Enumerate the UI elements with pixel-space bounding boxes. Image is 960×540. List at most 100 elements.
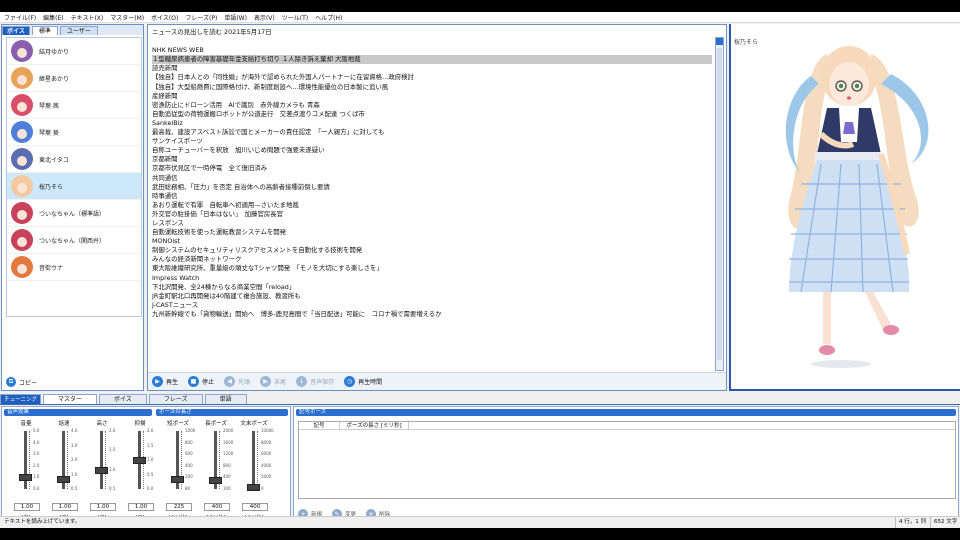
text-line: SankeiBiz: [152, 118, 183, 127]
tab-user[interactable]: ユーザー: [59, 26, 98, 35]
text-line: 【独自】大型船燃費に国際格付け、新制度創設へ…環境性能優位の日本製に追い風: [152, 82, 389, 91]
text-area[interactable]: ニュースの見出しを読む 2021年5月17日 NHK NEWS WEB １型糖尿病患…: [150, 27, 714, 359]
menu-item-6[interactable]: 単語(W): [224, 13, 247, 22]
editor-scrollbar[interactable]: [715, 37, 724, 371]
menu-bar: ファイル(F) 編集(E) テキスト(X) マスター(M) ボイス(O) フレーズ(P) 単…: [0, 12, 960, 23]
tick-label: 80: [185, 486, 191, 491]
skip-forward-button[interactable]: ▶ 末尾: [260, 376, 286, 387]
tick-label: 1200: [223, 451, 234, 457]
menu-item-8[interactable]: ツール(T): [282, 13, 308, 22]
voice-avatar: [11, 175, 33, 197]
slider-track[interactable]: [100, 431, 103, 489]
play-icon: ▶: [152, 376, 163, 387]
save-audio-button[interactable]: ↓ 音声保存: [296, 376, 334, 387]
slider-knob[interactable]: [133, 457, 146, 464]
slider-knob[interactable]: [57, 476, 70, 484]
tick-label: 2.0: [147, 428, 154, 433]
voice-name: 琴葉 茜: [39, 102, 59, 110]
text-line: 密漁防止にドローン活用 AIで識別 赤外線カメラも 青森: [152, 100, 320, 109]
menu-item-4[interactable]: ボイス(O): [151, 13, 178, 22]
play-button[interactable]: ▶ 再生: [152, 376, 178, 387]
slider-3[interactable]: 抑揚2.01.51.00.50.01.00[倍]: [124, 419, 156, 521]
slider-knob[interactable]: [209, 476, 222, 484]
slider-label: 話速: [58, 421, 70, 427]
tab-tuning-2[interactable]: フレーズ: [148, 394, 203, 404]
menu-item-9[interactable]: ヘルプ(H): [315, 13, 342, 22]
symbol-pause-panel: 記号ポーズ 記号 ポーズの長さ [ミリ秒] + 新規 ✎ 変更 ✕ 削除: [293, 406, 959, 526]
slider-label: 音量: [20, 421, 32, 427]
slider-4[interactable]: 短ポーズ100080060040020080225[ミリ秒]: [162, 419, 196, 521]
slider-value-field[interactable]: 400: [204, 503, 230, 511]
copy-label: コピー: [19, 379, 38, 387]
tick-label: 2000: [261, 474, 272, 480]
slider-value-field[interactable]: 1.00: [52, 503, 78, 511]
tick-label: 4000: [261, 462, 272, 468]
menu-item-1[interactable]: 編集(E): [43, 13, 63, 22]
slider-6[interactable]: 文末ポーズ1000080006000400020000400[ミリ秒]: [238, 419, 274, 521]
voice-item[interactable]: ついなちゃん（関西弁）: [7, 227, 141, 254]
menu-item-5[interactable]: フレーズ(P): [185, 13, 217, 22]
slider-value-field[interactable]: 1.00: [90, 503, 116, 511]
timer-icon: ◷: [344, 376, 356, 387]
skip-back-button[interactable]: ◀ 先頭: [224, 376, 250, 387]
voice-item[interactable]: 音街ウナ: [7, 254, 141, 281]
tab-tuning-0[interactable]: マスター: [43, 394, 98, 404]
tick-label: 800: [185, 439, 193, 445]
menu-item-2[interactable]: テキスト(X): [71, 13, 104, 22]
text-line: ニュースの見出しを読む 2021年5月17日: [152, 28, 272, 36]
voice-name: 琴葉 葵: [39, 129, 59, 137]
tab-standard[interactable]: 標準: [31, 26, 58, 35]
slider-1[interactable]: 話速4.03.02.01.00.51.00[倍]: [48, 419, 80, 521]
text-line: 【独自】日本人との「同性婚」が海外で認められた外国人パートナーに在留資格…政府検…: [152, 73, 414, 82]
slider-knob[interactable]: [247, 483, 260, 491]
text-line: 東大阪維織研究所、重量級の頑丈なTシャツ開発 「モノを大切にする楽しさを」: [152, 264, 383, 273]
col-pause-length: ポーズの長さ [ミリ秒]: [339, 422, 409, 429]
save-audio-icon: ↓: [296, 376, 308, 387]
text-line: 自動運転技術を使った運転教習システムを開発: [152, 228, 287, 237]
stop-label: 停止: [202, 379, 215, 386]
slider-value-field[interactable]: 1.00: [14, 503, 40, 511]
slider-track[interactable]: [252, 431, 255, 489]
slider-knob[interactable]: [19, 474, 32, 482]
voice-item[interactable]: 結月ゆかり: [7, 38, 141, 65]
symbol-pause-table[interactable]: 記号 ポーズの長さ [ミリ秒]: [298, 421, 956, 499]
tab-tuning-3[interactable]: 単語: [204, 394, 247, 404]
voice-item[interactable]: 琴葉 茜: [7, 92, 141, 119]
tick-label: 1000: [185, 428, 196, 433]
scroll-up-icon[interactable]: [716, 38, 723, 45]
slider-knob[interactable]: [171, 475, 184, 483]
slider-ticks: 10000 8000 6000 4000 2000 0: [257, 428, 274, 491]
voice-avatar: [11, 121, 33, 143]
menu-item-3[interactable]: マスター(M): [110, 13, 144, 22]
text-line: 京都市伏見区で一時停電 全て復旧済み: [152, 164, 268, 173]
slider-knob[interactable]: [95, 466, 108, 474]
slider-value-field[interactable]: 1.00: [128, 503, 154, 511]
voice-item[interactable]: 桜乃そら: [7, 173, 141, 200]
text-line: 自称ユーチューバーを釈放 旭川いじめ問題で強要未遂疑い: [152, 146, 325, 155]
voice-item[interactable]: 東北イタコ: [7, 146, 141, 173]
slider-0[interactable]: 音量5.04.03.02.01.00.01.00[倍]: [10, 419, 42, 521]
slider-value-field[interactable]: 400: [242, 503, 268, 511]
tick-label: 3.0: [71, 442, 78, 448]
menu-item-7[interactable]: 表示(V): [254, 13, 275, 22]
skip-forward-label: 末尾: [274, 379, 287, 386]
menu-item-0[interactable]: ファイル(F): [4, 13, 36, 22]
character-illustration: [785, 46, 929, 368]
slider-5[interactable]: 長ポーズ200016001200800400100400[ミリ秒]: [200, 419, 234, 521]
tick-label: 8000: [261, 439, 272, 445]
cursor-position: 4 行，1 列: [895, 517, 926, 528]
slider-value-field[interactable]: 225: [166, 503, 192, 511]
timer-button[interactable]: ◷ 再生時間: [344, 376, 382, 387]
voice-item[interactable]: 琴葉 葵: [7, 119, 141, 146]
scroll-thumb[interactable]: [717, 48, 722, 360]
voice-item[interactable]: ついなちゃん（標準語）: [7, 200, 141, 227]
stop-button[interactable]: ■ 停止: [188, 376, 214, 387]
text-line: 外交官の駐掛価「日本はない」 加藤官房長官: [152, 209, 284, 218]
pause-length-header: ポーズの長さ: [156, 409, 288, 416]
copy-button[interactable]: ⧉ コピー: [6, 377, 37, 387]
slider-2[interactable]: 高さ2.01.51.00.51.00[倍]: [86, 419, 118, 521]
tab-tuning-1[interactable]: ボイス: [99, 394, 147, 404]
text-line: 時事通信: [152, 191, 178, 200]
voice-item[interactable]: 紲星あかり: [7, 65, 141, 92]
text-line: １型糖尿病患者の障害基礎年金支給打ち切り １人除き訴え棄却 大阪地裁: [152, 55, 712, 65]
